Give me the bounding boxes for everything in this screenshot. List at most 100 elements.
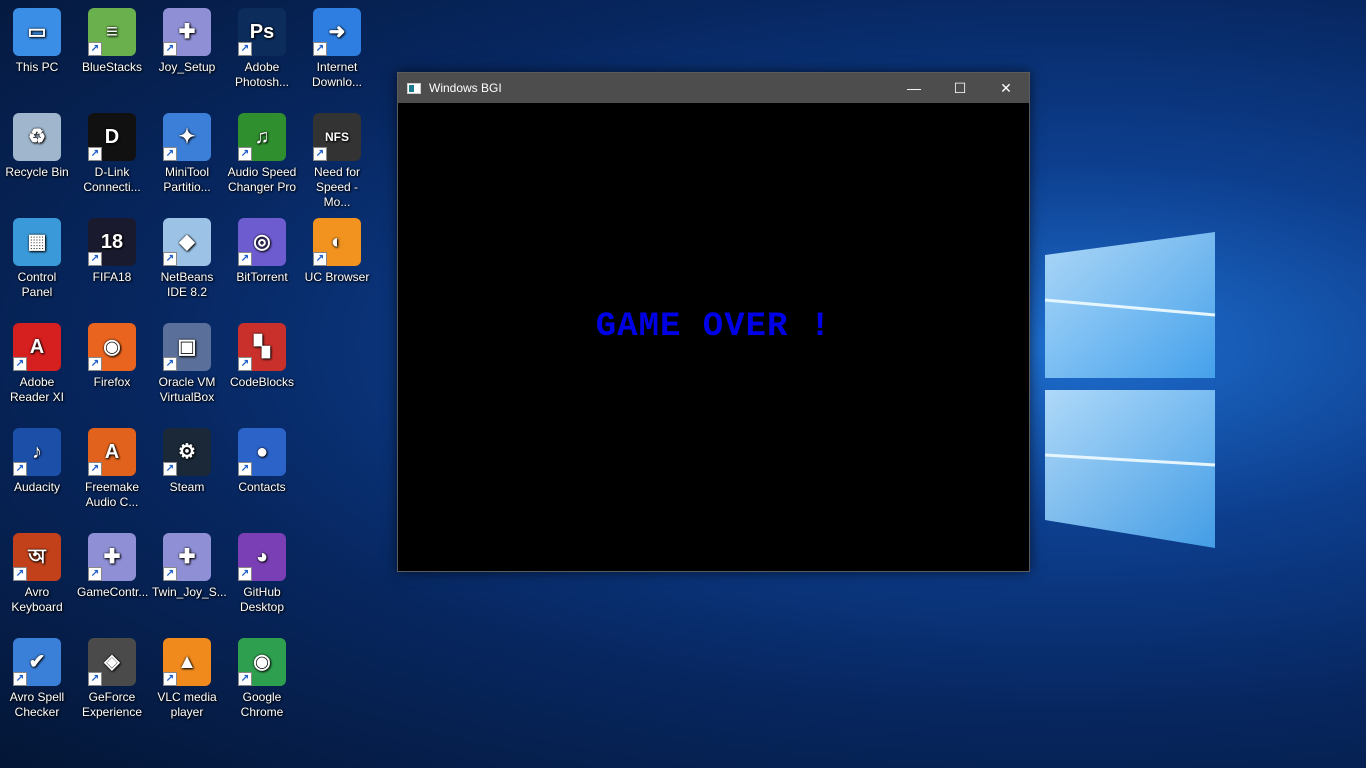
game-over-text: GAME OVER ! <box>595 308 832 346</box>
shortcut-arrow-icon: ↗ <box>88 357 102 371</box>
desktop-icon-dlink[interactable]: D ↗ D-Link Connecti... <box>75 105 149 205</box>
window-titlebar[interactable]: Windows BGI — ☐ ✕ <box>398 73 1029 103</box>
shortcut-arrow-icon: ↗ <box>238 462 252 476</box>
desktop-icon-label: Avro Keyboard <box>11 585 63 614</box>
desktop-icon-label: Recycle Bin <box>5 165 69 179</box>
shortcut-arrow-icon: ↗ <box>88 42 102 56</box>
desktop-icon-label: Firefox <box>93 375 131 389</box>
desktop-icon-computer[interactable]: ▭ This PC <box>0 0 74 100</box>
desktop-icon-image: ✚ ↗ <box>88 533 136 581</box>
desktop-icon-image: ✚ ↗ <box>163 533 211 581</box>
desktop-icon-codeblocks[interactable]: ▚ ↗ CodeBlocks <box>225 315 299 415</box>
desktop-icon-virtualbox[interactable]: ▣ ↗ Oracle VM VirtualBox <box>150 315 224 415</box>
desktop-icon-image: ◎ ↗ <box>238 218 286 266</box>
desktop-icon-audacity[interactable]: ♪ ↗ Audacity <box>0 420 74 520</box>
shortcut-arrow-icon: ↗ <box>163 672 177 686</box>
shortcut-arrow-icon: ↗ <box>13 567 27 581</box>
desktop-icon-game-controller[interactable]: ✚ ↗ GameContr... <box>75 525 149 625</box>
desktop-icon-label: Avro Spell Checker <box>9 690 65 719</box>
windows-logo-wallpaper <box>1030 230 1220 550</box>
desktop-icon-image: ♫ ↗ <box>238 113 286 161</box>
desktop-icon-label: NetBeans IDE 8.2 <box>160 270 214 299</box>
desktop-icon-label: GameContr... <box>77 585 149 599</box>
desktop-icon-gamepad[interactable]: ✚ ↗ Joy_Setup <box>150 0 224 100</box>
shortcut-arrow-icon: ↗ <box>238 567 252 581</box>
desktop-icon-netbeans[interactable]: ◆ ↗ NetBeans IDE 8.2 <box>150 210 224 310</box>
desktop-icon-label: Adobe Reader XI <box>9 375 65 404</box>
shortcut-arrow-icon: ↗ <box>313 147 327 161</box>
shortcut-arrow-icon: ↗ <box>313 252 327 266</box>
shortcut-arrow-icon: ↗ <box>163 42 177 56</box>
shortcut-arrow-icon: ↗ <box>13 357 27 371</box>
computer-icon: ▭ <box>13 8 61 56</box>
desktop-icon-github[interactable]: ◕ ↗ GitHub Desktop <box>225 525 299 625</box>
shortcut-arrow-icon: ↗ <box>13 672 27 686</box>
desktop-icon-image: 18 ↗ <box>88 218 136 266</box>
desktop-icon-steam[interactable]: ⚙ ↗ Steam <box>150 420 224 520</box>
desktop-icon-image: অ ↗ <box>13 533 61 581</box>
desktop-icon-label: MiniTool Partitio... <box>163 165 211 194</box>
desktop-icon-avro-keyboard[interactable]: অ ↗ Avro Keyboard <box>0 525 74 625</box>
shortcut-arrow-icon: ↗ <box>163 252 177 266</box>
desktop-icon-label: GitHub Desktop <box>239 585 285 614</box>
desktop-icon-recycle-bin[interactable]: ♻ Recycle Bin <box>0 105 74 205</box>
windows-logo-icon <box>1044 232 1216 548</box>
desktop-icon-photoshop[interactable]: Ps ↗ Adobe Photosh... <box>225 0 299 100</box>
desktop-icon-label: Adobe Photosh... <box>234 60 290 89</box>
desktop-icon-fifa[interactable]: 18 ↗ FIFA18 <box>75 210 149 310</box>
desktop-icon-bluestacks[interactable]: ≡ ↗ BlueStacks <box>75 0 149 100</box>
desktop-icon-label: BlueStacks <box>81 60 143 74</box>
desktop-icon-label: GeForce Experience <box>81 690 143 719</box>
shortcut-arrow-icon: ↗ <box>88 567 102 581</box>
desktop-icon-label: This PC <box>15 60 59 74</box>
shortcut-arrow-icon: ↗ <box>163 147 177 161</box>
shortcut-arrow-icon: ↗ <box>238 147 252 161</box>
desktop-icon-image: ▚ ↗ <box>238 323 286 371</box>
minimize-button[interactable]: — <box>891 73 937 103</box>
desktop-icon-image: ▭ <box>13 8 61 56</box>
desktop-icon-label: Google Chrome <box>240 690 284 719</box>
desktop-icon-image: ◕ ↗ <box>238 533 286 581</box>
desktop-icon-label: Steam <box>169 480 205 494</box>
desktop-icon-vlc[interactable]: ▲ ↗ VLC media player <box>150 630 224 730</box>
desktop-icon-image: A ↗ <box>13 323 61 371</box>
desktop-icon-label: Audacity <box>13 480 61 494</box>
shortcut-arrow-icon: ↗ <box>238 42 252 56</box>
shortcut-arrow-icon: ↗ <box>88 462 102 476</box>
desktop-icon-firefox[interactable]: ◉ ↗ Firefox <box>75 315 149 415</box>
shortcut-arrow-icon: ↗ <box>88 672 102 686</box>
desktop-icon-avro-spell[interactable]: ✔ ↗ Avro Spell Checker <box>0 630 74 730</box>
desktop-icon-idm[interactable]: ➜ ↗ Internet Downlo... <box>300 0 374 100</box>
desktop-icon-control-panel[interactable]: ▦ Control Panel <box>0 210 74 310</box>
shortcut-arrow-icon: ↗ <box>238 252 252 266</box>
shortcut-arrow-icon: ↗ <box>238 672 252 686</box>
desktop-icon-uc-browser[interactable]: ◐ ↗ UC Browser <box>300 210 374 310</box>
desktop-icon-image: A ↗ <box>88 428 136 476</box>
close-button[interactable]: ✕ <box>983 73 1029 103</box>
desktop-icon-label: Need for Speed - Mo... <box>313 165 361 209</box>
desktop-icon-label: Contacts <box>238 480 286 494</box>
desktop-icon-audio-speed[interactable]: ♫ ↗ Audio Speed Changer Pro <box>225 105 299 205</box>
desktop-icon-bittorrent[interactable]: ◎ ↗ BitTorrent <box>225 210 299 310</box>
desktop-icon-geforce[interactable]: ◈ ↗ GeForce Experience <box>75 630 149 730</box>
shortcut-arrow-icon: ↗ <box>13 462 27 476</box>
desktop-icon-freemake[interactable]: A ↗ Freemake Audio C... <box>75 420 149 520</box>
windows-bgi-window[interactable]: Windows BGI — ☐ ✕ GAME OVER ! <box>397 72 1030 572</box>
desktop-icon-image: ✔ ↗ <box>13 638 61 686</box>
desktop-icon-label: Oracle VM VirtualBox <box>158 375 216 404</box>
desktop-icon-twin-joy[interactable]: ✚ ↗ Twin_Joy_S... <box>150 525 227 625</box>
desktop-icon-image: ▣ ↗ <box>163 323 211 371</box>
desktop-icon-minitool[interactable]: ✦ ↗ MiniTool Partitio... <box>150 105 224 205</box>
bgi-canvas[interactable]: GAME OVER ! <box>398 103 1029 571</box>
desktop-icon-image: ◉ ↗ <box>88 323 136 371</box>
desktop-icon-nfs[interactable]: NFS ↗ Need for Speed - Mo... <box>300 105 374 209</box>
desktop-icon-adobe-reader[interactable]: A ↗ Adobe Reader XI <box>0 315 74 415</box>
desktop-icon-image: ● ↗ <box>238 428 286 476</box>
desktop-icon-chrome[interactable]: ◉ ↗ Google Chrome <box>225 630 299 730</box>
desktop-icon-image: ♻ <box>13 113 61 161</box>
desktop-icon-image: ◉ ↗ <box>238 638 286 686</box>
maximize-button[interactable]: ☐ <box>937 73 983 103</box>
desktop-icon-image: NFS ↗ <box>313 113 361 161</box>
desktop-icon-label: Freemake Audio C... <box>84 480 140 509</box>
desktop-icon-contacts[interactable]: ● ↗ Contacts <box>225 420 299 520</box>
